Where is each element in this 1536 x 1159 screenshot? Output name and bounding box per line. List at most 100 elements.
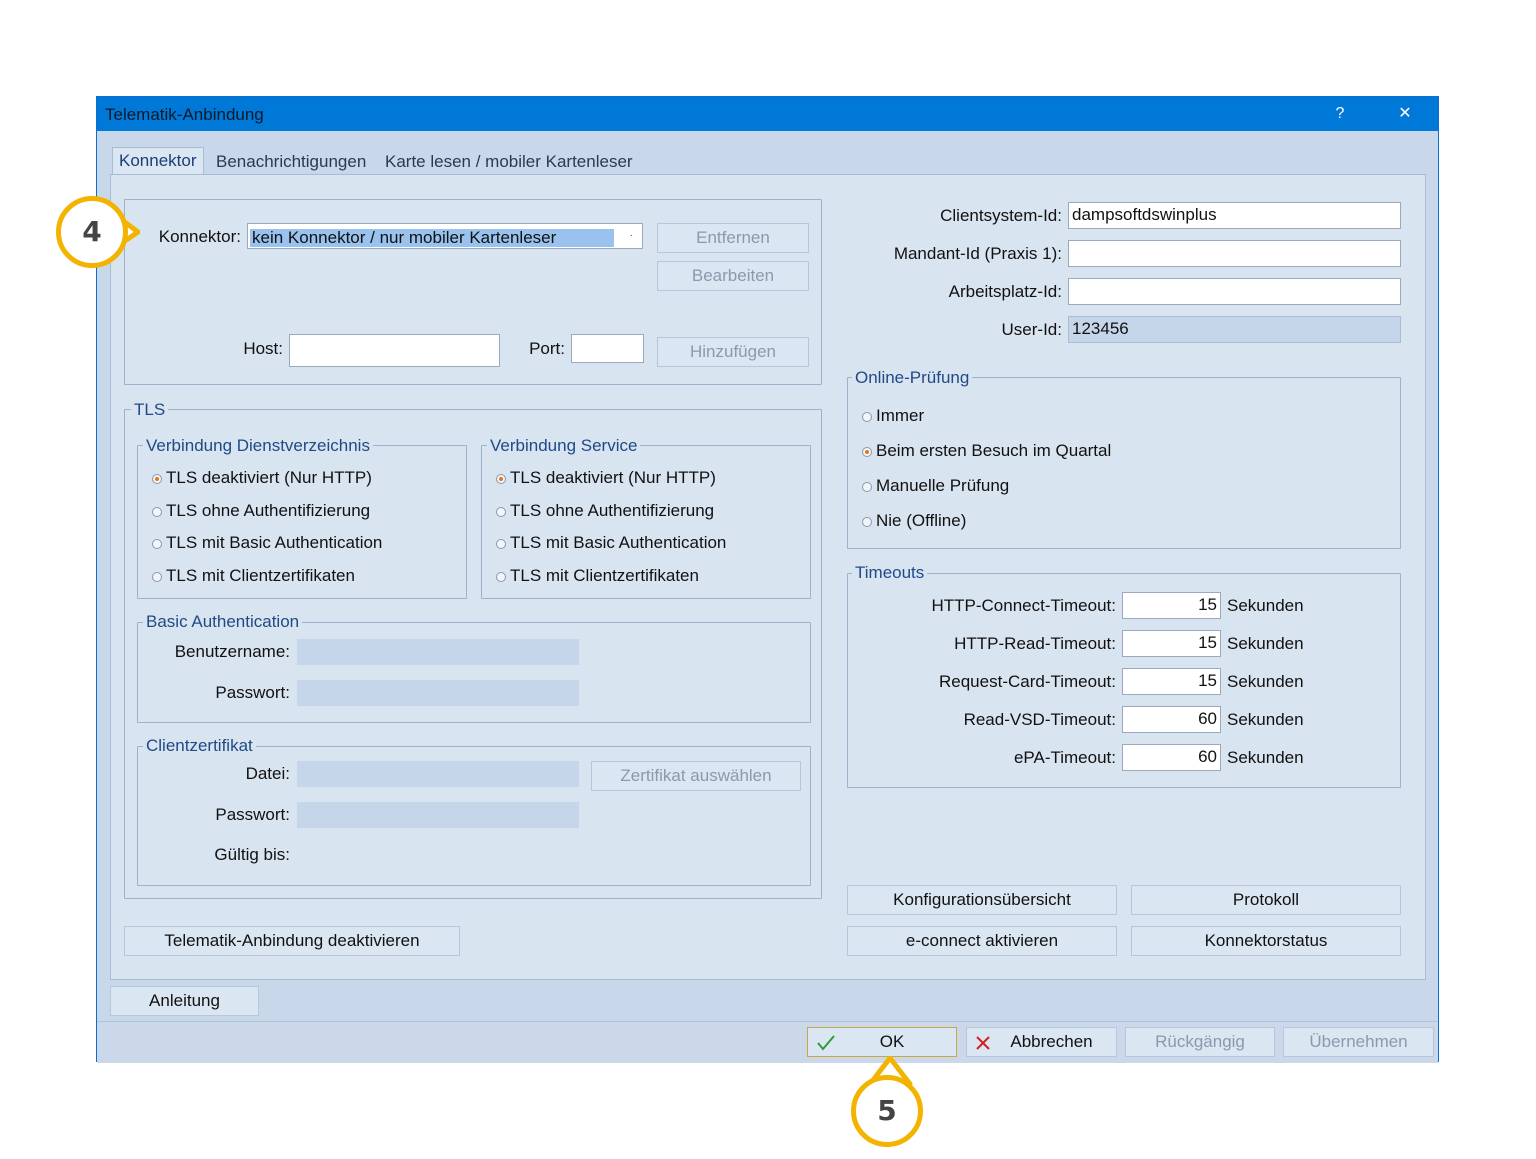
- konnektorstatus-button[interactable]: Konnektorstatus: [1131, 926, 1401, 956]
- radio-icon[interactable]: [152, 507, 162, 517]
- host-input[interactable]: [289, 334, 500, 367]
- tab-karte-lesen[interactable]: Karte lesen / mobiler Kartenleser: [379, 149, 639, 174]
- econnect-button[interactable]: e-connect aktivieren: [847, 926, 1117, 956]
- dienst-legend: Verbindung Dienstverzeichnis: [143, 436, 373, 456]
- radio-icon[interactable]: [496, 539, 506, 549]
- radio-icon[interactable]: [862, 412, 872, 422]
- timeout-unit: Sekunden: [1227, 748, 1304, 767]
- online-option-manuell-label: Manuelle Prüfung: [876, 476, 1010, 495]
- anleitung-button[interactable]: Anleitung: [110, 986, 259, 1016]
- online-option-manuell[interactable]: Manuelle Prüfung: [862, 475, 1009, 497]
- timeout-label: ePA-Timeout:: [1013, 748, 1116, 767]
- dienst-option-4[interactable]: TLS mit Clientzertifikaten: [152, 565, 355, 587]
- http-read-timeout-input[interactable]: 15: [1122, 630, 1221, 657]
- service-legend: Verbindung Service: [487, 436, 641, 456]
- close-icon: [976, 1036, 990, 1050]
- read-vsd-timeout-input[interactable]: 60: [1122, 706, 1221, 733]
- online-option-quartal-label: Beim ersten Besuch im Quartal: [876, 441, 1112, 460]
- config-overview-button[interactable]: Konfigurationsübersicht: [847, 885, 1117, 915]
- add-button[interactable]: Hinzufügen: [657, 337, 809, 367]
- konnektor-select[interactable]: kein Konnektor / nur mobiler Kartenleser…: [247, 223, 643, 249]
- apply-button[interactable]: Übernehmen: [1283, 1027, 1434, 1057]
- help-button[interactable]: ?: [1320, 101, 1360, 127]
- file-label: Datei:: [245, 764, 290, 783]
- radio-icon[interactable]: [862, 482, 872, 492]
- service-option-3[interactable]: TLS mit Basic Authentication: [496, 532, 726, 554]
- ok-button[interactable]: OK: [807, 1027, 957, 1057]
- dienst-option-2-label: TLS ohne Authentifizierung: [166, 501, 371, 520]
- arbeitsplatz-id-input[interactable]: [1068, 278, 1401, 305]
- undo-button[interactable]: Rückgängig: [1125, 1027, 1275, 1057]
- tab-benachrichtigungen[interactable]: Benachrichtigungen: [210, 149, 372, 174]
- port-label: Port:: [529, 339, 565, 358]
- timeout-label: Request-Card-Timeout:: [939, 672, 1116, 691]
- port-input[interactable]: [571, 334, 644, 363]
- valid-until-label: Gültig bis:: [214, 845, 290, 864]
- basic-password-input[interactable]: [297, 680, 579, 706]
- user-id-label: User-Id:: [1001, 320, 1062, 339]
- mandant-id-input[interactable]: [1068, 240, 1401, 267]
- tab-konnektor[interactable]: Konnektor: [112, 147, 204, 176]
- host-label: Host:: [243, 339, 283, 358]
- file-input[interactable]: [297, 761, 579, 787]
- chevron-down-icon[interactable]: ·: [630, 224, 633, 248]
- close-button[interactable]: ✕: [1385, 101, 1425, 127]
- protokoll-button[interactable]: Protokoll: [1131, 885, 1401, 915]
- online-option-immer[interactable]: Immer: [862, 405, 924, 427]
- user-id-input[interactable]: 123456: [1068, 316, 1401, 343]
- service-option-2[interactable]: TLS ohne Authentifizierung: [496, 500, 714, 522]
- http-connect-timeout-input[interactable]: 15: [1122, 592, 1221, 619]
- service-option-4[interactable]: TLS mit Clientzertifikaten: [496, 565, 699, 587]
- konnektor-label: Konnektor:: [158, 227, 241, 246]
- radio-icon[interactable]: [496, 572, 506, 582]
- timeouts-legend: Timeouts: [852, 563, 928, 583]
- deactivate-telematik-button[interactable]: Telematik-Anbindung deaktivieren: [124, 926, 460, 956]
- radio-icon[interactable]: [152, 572, 162, 582]
- radio-selected-icon[interactable]: [152, 474, 162, 484]
- timeout-unit: Sekunden: [1227, 634, 1304, 653]
- service-option-1[interactable]: TLS deaktiviert (Nur HTTP): [496, 467, 716, 489]
- cert-password-input[interactable]: [297, 802, 579, 828]
- service-option-4-label: TLS mit Clientzertifikaten: [510, 566, 699, 585]
- online-option-nie[interactable]: Nie (Offline): [862, 510, 966, 532]
- dienst-option-1[interactable]: TLS deaktiviert (Nur HTTP): [152, 467, 372, 489]
- clientsystem-id-label: Clientsystem-Id:: [940, 206, 1062, 225]
- mandant-id-label: Mandant-Id (Praxis 1):: [893, 244, 1062, 263]
- window-title: Telematik-Anbindung: [105, 105, 264, 124]
- dienst-option-3[interactable]: TLS mit Basic Authentication: [152, 532, 382, 554]
- radio-icon[interactable]: [152, 539, 162, 549]
- online-option-immer-label: Immer: [876, 406, 925, 425]
- radio-icon[interactable]: [496, 507, 506, 517]
- timeout-label: HTTP-Connect-Timeout:: [931, 596, 1116, 615]
- timeout-label: HTTP-Read-Timeout:: [954, 634, 1116, 653]
- title-bar[interactable]: Telematik-Anbindung ? ✕: [97, 97, 1438, 131]
- service-option-2-label: TLS ohne Authentifizierung: [510, 501, 715, 520]
- timeout-unit: Sekunden: [1227, 672, 1304, 691]
- timeout-unit: Sekunden: [1227, 710, 1304, 729]
- cancel-button[interactable]: Abbrechen: [966, 1027, 1117, 1057]
- ok-label: OK: [879, 1032, 905, 1051]
- dialog-window: Telematik-Anbindung ? ✕ Konnektor Benach…: [96, 96, 1439, 1063]
- timeout-unit: Sekunden: [1227, 596, 1304, 615]
- edit-button[interactable]: Bearbeiten: [657, 261, 809, 291]
- radio-selected-icon[interactable]: [496, 474, 506, 484]
- konnektor-select-value: kein Konnektor / nur mobiler Kartenleser: [250, 229, 614, 247]
- dienst-option-3-label: TLS mit Basic Authentication: [166, 533, 383, 552]
- arbeitsplatz-id-label: Arbeitsplatz-Id:: [948, 282, 1062, 301]
- dienst-option-2[interactable]: TLS ohne Authentifizierung: [152, 500, 370, 522]
- callout-step-5: 5: [851, 1075, 923, 1147]
- cert-password-label: Passwort:: [215, 805, 290, 824]
- radio-selected-icon[interactable]: [862, 447, 872, 457]
- username-input[interactable]: [297, 639, 579, 665]
- clientsystem-id-input[interactable]: dampsoftdswinplus: [1068, 202, 1401, 229]
- tls-legend: TLS: [131, 400, 169, 420]
- epa-timeout-input[interactable]: 60: [1122, 744, 1221, 771]
- remove-button[interactable]: Entfernen: [657, 223, 809, 253]
- basic-password-label: Passwort:: [215, 683, 290, 702]
- select-cert-button[interactable]: Zertifikat auswählen: [591, 761, 801, 791]
- request-card-timeout-input[interactable]: 15: [1122, 668, 1221, 695]
- username-label: Benutzername:: [174, 642, 290, 661]
- service-option-1-label: TLS deaktiviert (Nur HTTP): [510, 468, 716, 487]
- online-option-quartal[interactable]: Beim ersten Besuch im Quartal: [862, 440, 1111, 462]
- radio-icon[interactable]: [862, 517, 872, 527]
